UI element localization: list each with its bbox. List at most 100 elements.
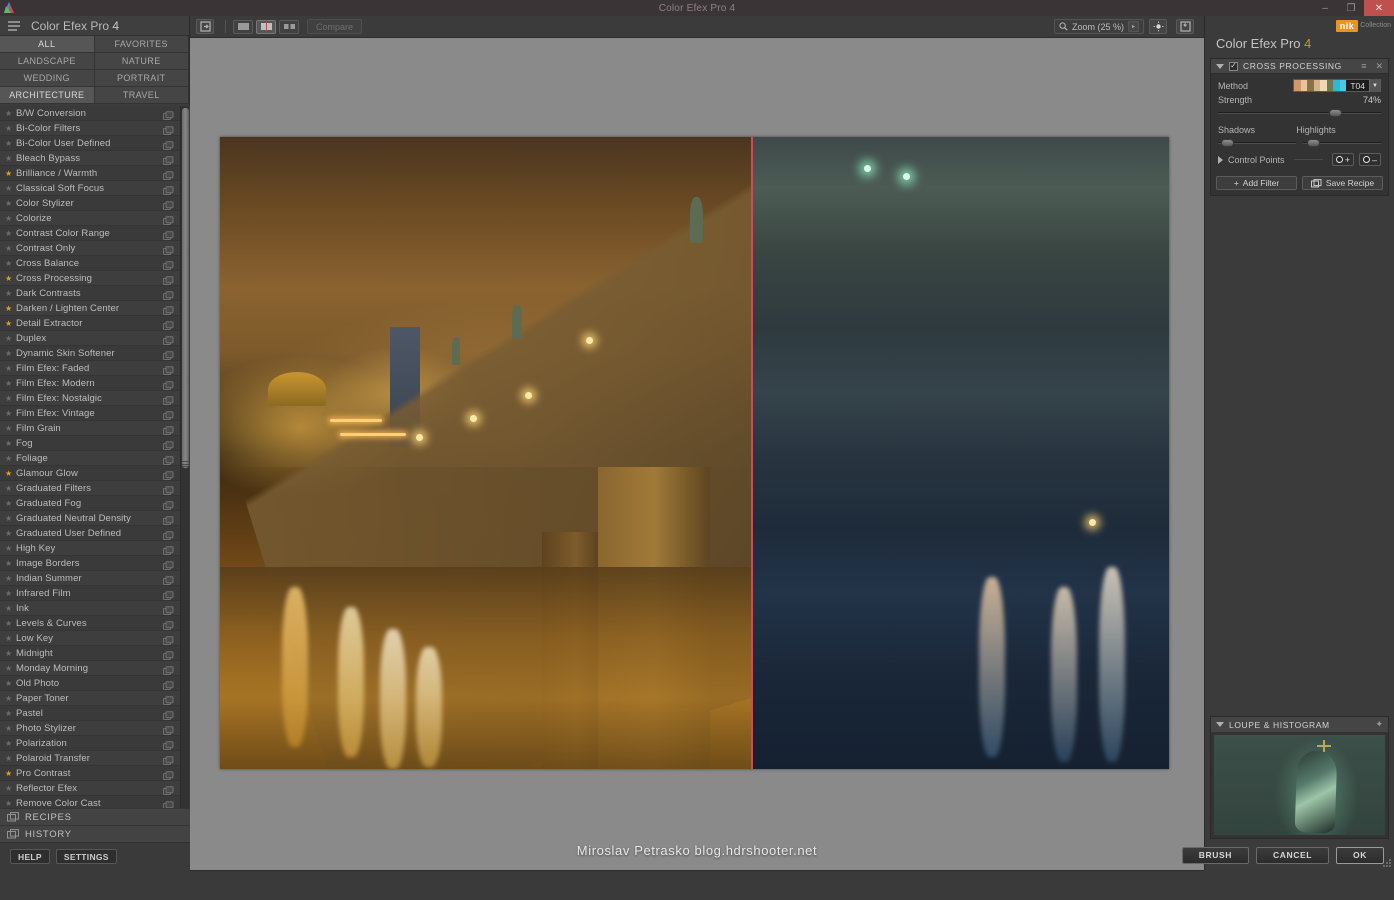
favorite-star-icon[interactable]: ★ bbox=[5, 364, 16, 373]
filter-list-item[interactable]: ★Film Grain bbox=[0, 421, 180, 436]
favorite-star-icon[interactable]: ★ bbox=[5, 574, 16, 583]
filter-preview-icon[interactable] bbox=[163, 798, 174, 808]
favorite-star-icon[interactable]: ★ bbox=[5, 214, 16, 223]
filter-list-item[interactable]: ★Infrared Film bbox=[0, 586, 180, 601]
favorite-star-icon[interactable]: ★ bbox=[5, 124, 16, 133]
filter-list-item[interactable]: ★Film Efex: Nostalgic bbox=[0, 391, 180, 406]
filter-preview-icon[interactable] bbox=[163, 318, 174, 328]
filter-list-item[interactable]: ★Pro Contrast bbox=[0, 766, 180, 781]
filter-preview-icon[interactable] bbox=[163, 768, 174, 778]
favorite-star-icon[interactable]: ★ bbox=[5, 169, 16, 178]
filter-preview-icon[interactable] bbox=[163, 393, 174, 403]
favorite-star-icon[interactable]: ★ bbox=[5, 439, 16, 448]
favorite-star-icon[interactable]: ★ bbox=[5, 694, 16, 703]
add-control-point-button[interactable]: + bbox=[1332, 153, 1354, 166]
scrollbar-thumb[interactable] bbox=[182, 108, 189, 468]
category-travel[interactable]: TRAVEL bbox=[95, 87, 190, 104]
filter-list-item[interactable]: ★Paper Toner bbox=[0, 691, 180, 706]
filter-preview-icon[interactable] bbox=[163, 513, 174, 523]
favorite-star-icon[interactable]: ★ bbox=[5, 274, 16, 283]
panel-tab-recipes[interactable]: RECIPES bbox=[0, 808, 190, 825]
filter-list-item[interactable]: ★Levels & Curves bbox=[0, 616, 180, 631]
ok-button[interactable]: OK bbox=[1336, 847, 1384, 864]
split-divider[interactable] bbox=[751, 137, 753, 769]
filter-enabled-checkbox[interactable]: ✓ bbox=[1229, 62, 1238, 71]
filter-preview-icon[interactable] bbox=[163, 453, 174, 463]
filter-preview-icon[interactable] bbox=[163, 303, 174, 313]
favorite-star-icon[interactable]: ★ bbox=[5, 799, 16, 808]
filter-list-item[interactable]: ★Color Stylizer bbox=[0, 196, 180, 211]
filter-preview-icon[interactable] bbox=[163, 228, 174, 238]
compare-button[interactable]: Compare bbox=[307, 19, 362, 34]
filter-list-item[interactable]: ★Ink bbox=[0, 601, 180, 616]
favorite-star-icon[interactable]: ★ bbox=[5, 544, 16, 553]
panel-tab-history[interactable]: HISTORY bbox=[0, 825, 190, 842]
filter-list-item[interactable]: ★Midnight bbox=[0, 646, 180, 661]
favorite-star-icon[interactable]: ★ bbox=[5, 724, 16, 733]
loupe-panel-header[interactable]: LOUPE & HISTOGRAM ✦ bbox=[1211, 717, 1388, 732]
brush-button[interactable]: BRUSH bbox=[1182, 847, 1249, 864]
filter-preview-icon[interactable] bbox=[163, 273, 174, 283]
shadows-slider[interactable] bbox=[1218, 138, 1296, 147]
highlights-slider[interactable] bbox=[1303, 138, 1381, 147]
pin-icon[interactable]: ✦ bbox=[1375, 719, 1383, 730]
export-icon[interactable] bbox=[196, 19, 214, 34]
favorite-star-icon[interactable]: ★ bbox=[5, 649, 16, 658]
favorite-star-icon[interactable]: ★ bbox=[5, 454, 16, 463]
filter-list-item[interactable]: ★Dark Contrasts bbox=[0, 286, 180, 301]
filter-list-item[interactable]: ★High Key bbox=[0, 541, 180, 556]
filter-list-item[interactable]: ★Dynamic Skin Softener bbox=[0, 346, 180, 361]
chevron-right-icon[interactable] bbox=[1218, 156, 1223, 164]
filter-list-item[interactable]: ★Bi-Color Filters bbox=[0, 121, 180, 136]
category-all[interactable]: ALL bbox=[0, 36, 95, 53]
filter-list-scrollbar[interactable] bbox=[180, 106, 189, 822]
favorite-star-icon[interactable]: ★ bbox=[5, 304, 16, 313]
filter-preview-icon[interactable] bbox=[163, 138, 174, 148]
filter-preview-icon[interactable] bbox=[163, 468, 174, 478]
filter-list-item[interactable]: ★Graduated Fog bbox=[0, 496, 180, 511]
window-resize-grip[interactable] bbox=[1383, 859, 1392, 868]
filter-preview-icon[interactable] bbox=[163, 663, 174, 673]
favorite-star-icon[interactable]: ★ bbox=[5, 754, 16, 763]
filter-list-item[interactable]: ★Polaroid Transfer bbox=[0, 751, 180, 766]
favorite-star-icon[interactable]: ★ bbox=[5, 559, 16, 568]
filter-list-item[interactable]: ★Film Efex: Modern bbox=[0, 376, 180, 391]
chevron-down-icon[interactable] bbox=[1216, 722, 1224, 727]
strength-slider[interactable] bbox=[1218, 108, 1381, 117]
favorite-star-icon[interactable]: ★ bbox=[5, 349, 16, 358]
strength-slider-knob[interactable] bbox=[1329, 109, 1342, 117]
filter-list-item[interactable]: ★Low Key bbox=[0, 631, 180, 646]
loupe-preview[interactable] bbox=[1214, 735, 1385, 835]
filter-list-item[interactable]: ★Cross Processing bbox=[0, 271, 180, 286]
fullscreen-icon[interactable] bbox=[1176, 19, 1194, 34]
favorite-star-icon[interactable]: ★ bbox=[5, 334, 16, 343]
favorite-star-icon[interactable]: ★ bbox=[5, 634, 16, 643]
menu-icon[interactable] bbox=[8, 19, 26, 33]
filter-list-item[interactable]: ★Duplex bbox=[0, 331, 180, 346]
filter-preview-icon[interactable] bbox=[163, 543, 174, 553]
filter-preview-icon[interactable] bbox=[163, 108, 174, 118]
favorite-star-icon[interactable]: ★ bbox=[5, 259, 16, 268]
view-mode-single[interactable] bbox=[233, 20, 253, 34]
filter-list-item[interactable]: ★B/W Conversion bbox=[0, 106, 180, 121]
shadows-slider-knob[interactable] bbox=[1221, 139, 1234, 147]
method-dropdown-caret-icon[interactable]: ▼ bbox=[1369, 79, 1380, 92]
favorite-star-icon[interactable]: ★ bbox=[5, 139, 16, 148]
filter-preview-icon[interactable] bbox=[163, 483, 174, 493]
favorite-star-icon[interactable]: ★ bbox=[5, 604, 16, 613]
filter-list-item[interactable]: ★Fog bbox=[0, 436, 180, 451]
close-button[interactable]: ✕ bbox=[1364, 0, 1394, 16]
method-dropdown[interactable]: T04 ▼ bbox=[1293, 79, 1381, 92]
filter-list-item[interactable]: ★Brilliance / Warmth bbox=[0, 166, 180, 181]
zoom-control[interactable]: Zoom (25 %) ▸ bbox=[1054, 19, 1144, 34]
filter-list-item[interactable]: ★Detail Extractor bbox=[0, 316, 180, 331]
filter-list-item[interactable]: ★Graduated Filters bbox=[0, 481, 180, 496]
favorite-star-icon[interactable]: ★ bbox=[5, 784, 16, 793]
filter-preview-icon[interactable] bbox=[163, 333, 174, 343]
favorite-star-icon[interactable]: ★ bbox=[5, 244, 16, 253]
minimize-button[interactable]: – bbox=[1312, 0, 1338, 16]
favorite-star-icon[interactable]: ★ bbox=[5, 469, 16, 478]
filter-preview-icon[interactable] bbox=[163, 213, 174, 223]
filter-preview-icon[interactable] bbox=[163, 618, 174, 628]
favorite-star-icon[interactable]: ★ bbox=[5, 529, 16, 538]
